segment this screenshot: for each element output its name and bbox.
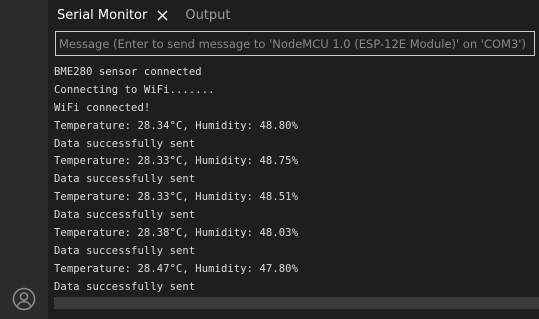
message-input[interactable] xyxy=(55,31,535,56)
console-line: Temperature: 28.33°C, Humidity: 48.75% xyxy=(54,155,299,168)
close-icon[interactable] xyxy=(155,8,169,22)
console-line: Temperature: 28.34°C, Humidity: 48.80% xyxy=(54,119,299,132)
arduino-ide-window: Serial Monitor Output BME280 sensor conn… xyxy=(0,0,539,319)
console-line: WiFi connected! xyxy=(54,101,151,114)
console-line: Temperature: 28.47°C, Humidity: 47.80% xyxy=(54,262,299,275)
console-line: Data successfully sent xyxy=(54,244,196,257)
tab-serial-monitor[interactable]: Serial Monitor xyxy=(48,0,173,30)
tab-output[interactable]: Output xyxy=(173,0,234,30)
console-line: Data successfully sent xyxy=(54,280,196,293)
activity-bar xyxy=(0,0,48,319)
serial-output: BME280 sensor connected Connecting to WiF… xyxy=(54,64,534,297)
tab-label: Serial Monitor xyxy=(57,7,148,23)
account-icon[interactable] xyxy=(12,287,36,311)
horizontal-scrollbar[interactable] xyxy=(54,297,539,309)
bottom-panel: Serial Monitor Output BME280 sensor conn… xyxy=(48,0,539,319)
console-line: Temperature: 28.38°C, Humidity: 48.03% xyxy=(54,227,299,240)
console-line: Data successfully sent xyxy=(54,173,196,186)
panel-tabs: Serial Monitor Output xyxy=(48,0,539,30)
console-line: Temperature: 28.33°C, Humidity: 48.51% xyxy=(54,191,299,204)
console-line: Connecting to WiFi....... xyxy=(54,83,215,96)
console-line: BME280 sensor connected xyxy=(54,66,202,78)
console-line: Data successfully sent xyxy=(54,209,196,222)
console-line: Data successfully sent xyxy=(54,137,196,150)
tab-label: Output xyxy=(185,7,231,23)
